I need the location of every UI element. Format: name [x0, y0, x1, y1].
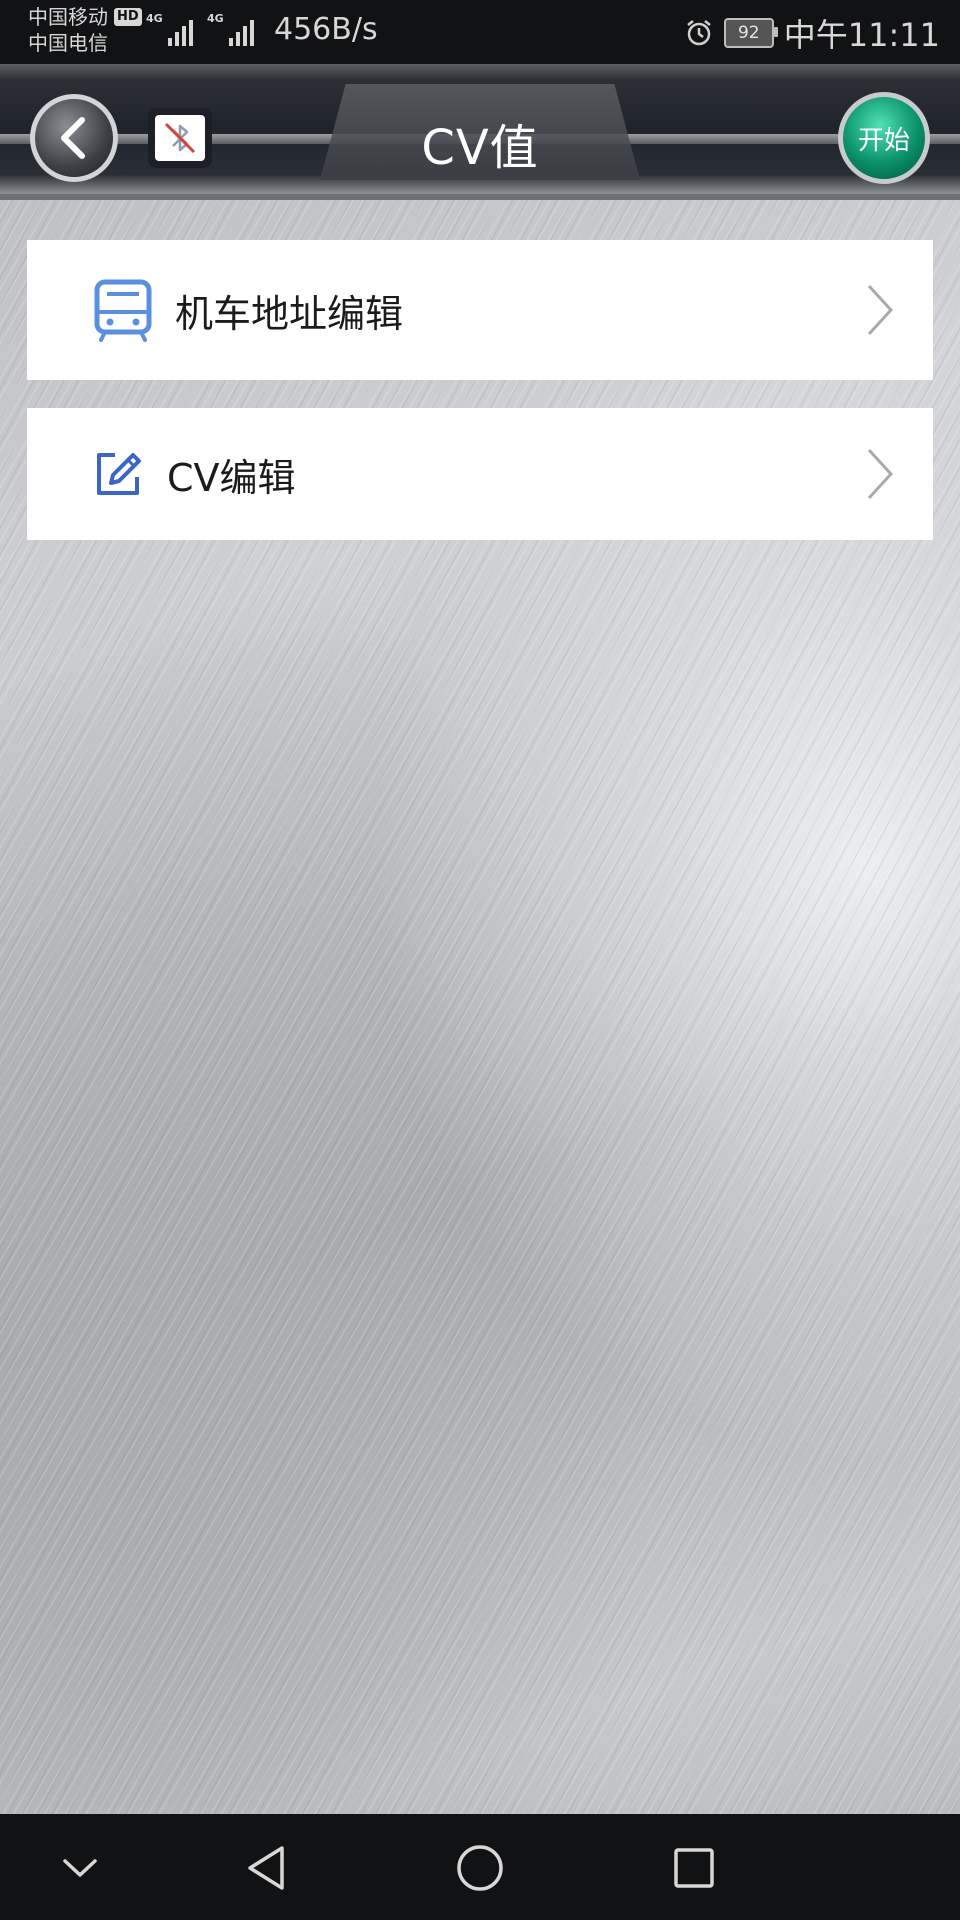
alarm-icon	[686, 20, 711, 46]
home-circle-icon	[457, 1845, 503, 1891]
edit-icon	[97, 453, 141, 495]
train-icon	[94, 279, 152, 342]
back-button[interactable]	[30, 94, 118, 182]
chevron-left-icon	[61, 117, 85, 159]
system-nav-bar	[0, 1814, 960, 1920]
page-title: CV值	[421, 120, 539, 176]
start-button-label: 开始	[857, 125, 910, 156]
bluetooth-disabled-icon	[164, 122, 196, 154]
signal-1-icon: 4G	[146, 12, 193, 46]
network-speed: 456B/s	[274, 12, 378, 47]
network-1-type: 4G	[146, 12, 163, 25]
screen: 中国移动 HD 中国电信 4G 4G 456B/s 92 中午11:11 CV值…	[0, 0, 960, 1920]
carrier-1-name: 中国移动	[28, 5, 108, 29]
battery-level: 92	[737, 23, 760, 43]
header-bar: CV值 开始	[0, 64, 960, 200]
carrier-info: 中国移动 HD 中国电信	[28, 4, 142, 56]
nav-home-button[interactable]	[450, 1838, 510, 1898]
collapse-icon	[63, 1859, 97, 1877]
menu-item-label: 机车地址编辑	[175, 291, 404, 336]
bluetooth-button[interactable]	[148, 108, 212, 168]
back-triangle-icon	[248, 1846, 284, 1890]
menu-item-cv-edit[interactable]: CV编辑	[27, 408, 933, 540]
chevron-right-icon	[867, 448, 894, 500]
signal-2-icon: 4G	[207, 12, 254, 46]
status-bar: 中国移动 HD 中国电信 4G 4G 456B/s 92 中午11:11	[0, 0, 960, 64]
carrier-2-name: 中国电信	[28, 31, 108, 55]
nav-back-button[interactable]	[236, 1838, 296, 1898]
battery-icon: 92	[723, 18, 778, 48]
menu-item-label: CV编辑	[167, 455, 296, 500]
nav-collapse-button[interactable]	[50, 1838, 110, 1898]
status-right: 92 中午11:11	[684, 10, 940, 56]
start-button[interactable]: 开始	[838, 92, 930, 184]
signal-indicators: 4G 4G	[146, 12, 254, 46]
hd-badge: HD	[114, 8, 142, 26]
clock: 中午11:11	[783, 16, 940, 54]
chevron-right-icon	[867, 284, 894, 336]
nav-recents-button[interactable]	[664, 1838, 724, 1898]
menu-item-loco-address[interactable]: 机车地址编辑	[27, 240, 933, 380]
network-2-type: 4G	[207, 12, 224, 25]
recents-square-icon	[674, 1848, 714, 1888]
